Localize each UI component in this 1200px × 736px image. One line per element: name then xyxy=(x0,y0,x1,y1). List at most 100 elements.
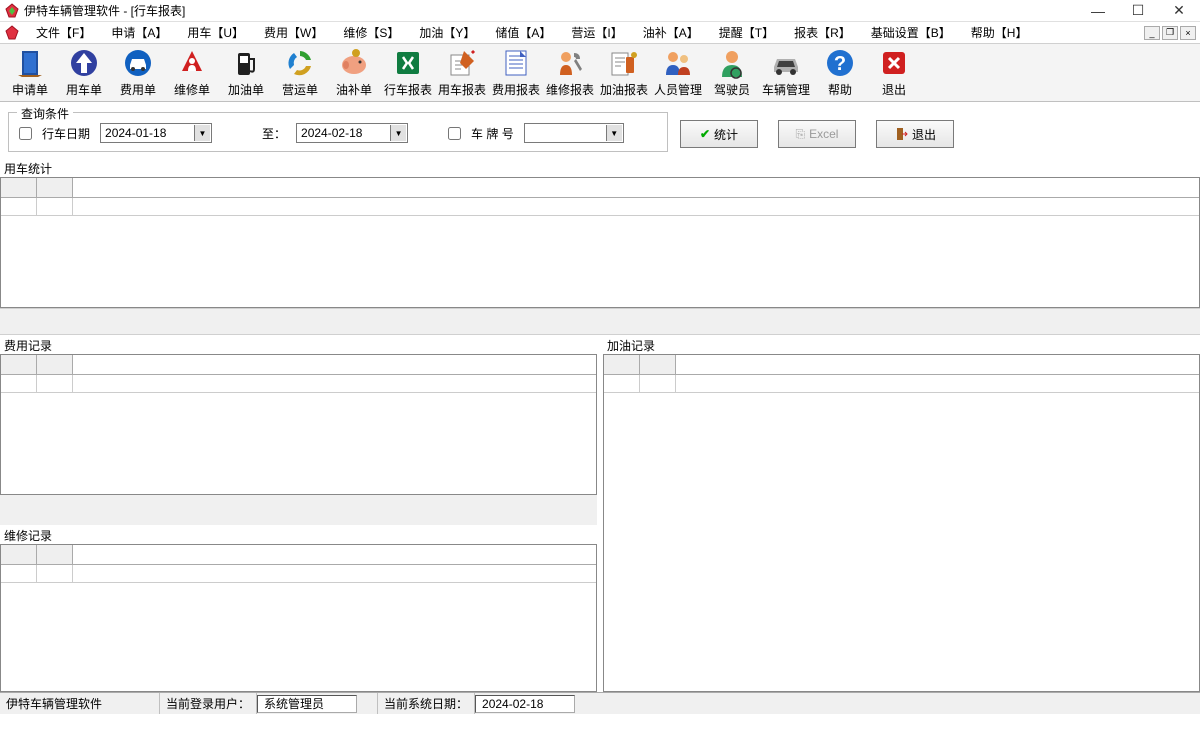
menu-file[interactable]: 文件【F】 xyxy=(26,22,101,43)
close-button[interactable]: ✕ xyxy=(1158,0,1200,21)
tool-vehicle-manage[interactable]: 车辆管理 xyxy=(760,46,812,100)
content-area: 用车统计 费用记录 维修记录 xyxy=(0,158,1200,692)
mdi-close-button[interactable]: × xyxy=(1180,26,1196,40)
exit-label: 退出 xyxy=(912,126,936,143)
date-to-combo[interactable]: 2024-02-18 ▼ xyxy=(296,123,408,143)
menu-vehicle[interactable]: 用车【U】 xyxy=(177,22,254,43)
date-checkbox[interactable] xyxy=(19,127,32,140)
stat-button[interactable]: ✔ 统计 xyxy=(680,120,758,148)
tool-fuel-report[interactable]: 加油报表 xyxy=(598,46,650,100)
status-user-value: 系统管理员 xyxy=(257,695,357,713)
exit-button[interactable]: 退出 xyxy=(876,120,954,148)
to-label: 至： xyxy=(262,125,286,142)
excel-label: Excel xyxy=(809,127,838,141)
car-grey-icon xyxy=(770,47,802,79)
sheet-icon xyxy=(500,47,532,79)
excel-button[interactable]: ⎘ Excel xyxy=(778,120,856,148)
tool-operate-order[interactable]: 营运单 xyxy=(274,46,326,100)
usage-grid[interactable] xyxy=(0,177,1200,308)
menu-remind[interactable]: 提醒【T】 xyxy=(709,22,784,43)
tool-vehicle-report[interactable]: 用车报表 xyxy=(436,46,488,100)
usage-section-label: 用车统计 xyxy=(0,158,1200,177)
help-icon: ? xyxy=(824,47,856,79)
menu-apply[interactable]: 申请【A】 xyxy=(101,22,177,43)
tool-label: 加油单 xyxy=(228,81,264,98)
date-from-combo[interactable]: 2024-01-18 ▼ xyxy=(100,123,212,143)
plate-label: 车 牌 号 xyxy=(471,125,514,142)
tool-apply[interactable]: 申请单 xyxy=(4,46,56,100)
car-blue-icon xyxy=(122,47,154,79)
minimize-button[interactable]: — xyxy=(1078,0,1118,21)
menu-subsidy[interactable]: 油补【A】 xyxy=(633,22,709,43)
status-app: 伊特车辆管理软件 xyxy=(0,693,160,714)
pen-icon xyxy=(446,47,478,79)
mdi-minimize-button[interactable]: _ xyxy=(1144,26,1160,40)
tool-label: 驾驶员 xyxy=(714,81,750,98)
divider xyxy=(0,308,1200,335)
chevron-down-icon: ▼ xyxy=(194,125,210,141)
mdi-restore-button[interactable]: ❐ xyxy=(1162,26,1178,40)
toolbar: 申请单 用车单 费用单 维修单 加油单 营运单 油补单 行车报表 用车报表 费用… xyxy=(0,44,1200,102)
date-label: 行车日期 xyxy=(42,125,90,142)
tool-exit[interactable]: 退出 xyxy=(868,46,920,100)
up-arrow-icon xyxy=(68,47,100,79)
query-legend: 查询条件 xyxy=(17,105,73,122)
excel-icon xyxy=(392,47,424,79)
maximize-button[interactable]: ☐ xyxy=(1118,0,1158,21)
app-logo-icon xyxy=(4,3,20,19)
menu-operate[interactable]: 营运【I】 xyxy=(561,22,632,43)
tool-driver[interactable]: 驾驶员 xyxy=(706,46,758,100)
status-date-value: 2024-02-18 xyxy=(475,695,575,713)
plate-combo[interactable]: ▼ xyxy=(524,123,624,143)
tool-label: 车辆管理 xyxy=(762,81,810,98)
exit-icon xyxy=(878,47,910,79)
tool-fuel-order[interactable]: 加油单 xyxy=(220,46,272,100)
tool-repair-report[interactable]: 维修报表 xyxy=(544,46,596,100)
tool-repair-order[interactable]: 维修单 xyxy=(166,46,218,100)
menu-fuel[interactable]: 加油【Y】 xyxy=(409,22,485,43)
tool-drive-report[interactable]: 行车报表 xyxy=(382,46,434,100)
tool-expense-order[interactable]: 费用单 xyxy=(112,46,164,100)
person-red-icon xyxy=(176,47,208,79)
expense-grid[interactable] xyxy=(0,354,597,495)
tool-vehicle-order[interactable]: 用车单 xyxy=(58,46,110,100)
wrench-person-icon xyxy=(554,47,586,79)
tool-label: 行车报表 xyxy=(384,81,432,98)
driver-icon xyxy=(716,47,748,79)
repair-grid[interactable] xyxy=(0,544,597,692)
fuel-icon xyxy=(230,47,262,79)
date-to-value: 2024-02-18 xyxy=(301,126,362,140)
plate-checkbox[interactable] xyxy=(448,127,461,140)
tool-label: 维修报表 xyxy=(546,81,594,98)
tool-label: 申请单 xyxy=(12,81,48,98)
date-from-value: 2024-01-18 xyxy=(105,126,166,140)
menu-repair[interactable]: 维修【S】 xyxy=(333,22,409,43)
tool-label: 人员管理 xyxy=(654,81,702,98)
tool-help[interactable]: ? 帮助 xyxy=(814,46,866,100)
chevron-down-icon: ▼ xyxy=(390,125,406,141)
tool-expense-report[interactable]: 费用报表 xyxy=(490,46,542,100)
excel-icon: ⎘ xyxy=(796,127,806,142)
menu-settings[interactable]: 基础设置【B】 xyxy=(861,22,961,43)
stat-label: 统计 xyxy=(714,126,738,143)
tool-label: 维修单 xyxy=(174,81,210,98)
fuel-grid[interactable] xyxy=(603,354,1200,692)
tool-label: 营运单 xyxy=(282,81,318,98)
query-panel: 查询条件 行车日期 2024-01-18 ▼ 至： 2024-02-18 ▼ 车… xyxy=(0,102,1200,158)
tool-people[interactable]: 人员管理 xyxy=(652,46,704,100)
divider xyxy=(0,495,597,525)
repair-section-label: 维修记录 xyxy=(0,525,597,544)
door-icon xyxy=(14,47,46,79)
status-bar: 伊特车辆管理软件 当前登录用户： 系统管理员 当前系统日期： 2024-02-1… xyxy=(0,692,1200,714)
title-bar: 伊特车辆管理软件 - [行车报表] — ☐ ✕ xyxy=(0,0,1200,22)
tool-label: 费用报表 xyxy=(492,81,540,98)
menu-deposit[interactable]: 储值【A】 xyxy=(485,22,561,43)
app-menu-icon xyxy=(4,25,20,41)
tool-label: 加油报表 xyxy=(600,81,648,98)
tool-label: 用车报表 xyxy=(438,81,486,98)
menu-expense[interactable]: 费用【W】 xyxy=(254,22,333,43)
tool-subsidy-order[interactable]: 油补单 xyxy=(328,46,380,100)
menu-bar: 文件【F】 申请【A】 用车【U】 费用【W】 维修【S】 加油【Y】 储值【A… xyxy=(0,22,1200,44)
menu-report[interactable]: 报表【R】 xyxy=(784,22,861,43)
menu-help[interactable]: 帮助【H】 xyxy=(961,22,1038,43)
